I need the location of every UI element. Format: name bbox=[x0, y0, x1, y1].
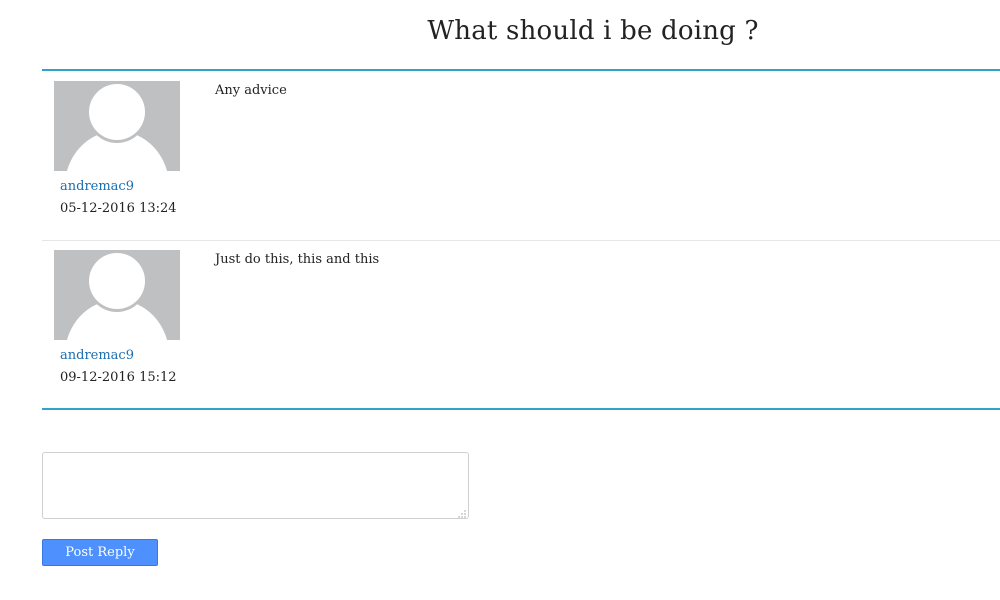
post-timestamp: 05-12-2016 13:24 bbox=[60, 201, 177, 216]
page-title: What should i be doing ? bbox=[427, 16, 759, 46]
post-body: Just do this, this and this bbox=[215, 252, 380, 267]
post-reply-button[interactable]: Post Reply bbox=[42, 539, 158, 566]
default-user-silhouette-icon bbox=[54, 81, 180, 171]
resize-grip-icon[interactable] bbox=[458, 510, 466, 518]
avatar bbox=[54, 250, 180, 340]
reply-textarea[interactable] bbox=[42, 452, 469, 519]
author-link[interactable]: andremac9 bbox=[60, 179, 134, 194]
post-item: andremac9 09-12-2016 15:12 Just do this,… bbox=[42, 240, 1000, 408]
post-body: Any advice bbox=[215, 83, 287, 98]
default-user-silhouette-icon bbox=[54, 250, 180, 340]
thread-bottom-border bbox=[42, 408, 1000, 410]
avatar bbox=[54, 81, 180, 171]
author-link[interactable]: andremac9 bbox=[60, 348, 134, 363]
post-item: andremac9 05-12-2016 13:24 Any advice bbox=[42, 71, 1000, 239]
post-timestamp: 09-12-2016 15:12 bbox=[60, 370, 177, 385]
